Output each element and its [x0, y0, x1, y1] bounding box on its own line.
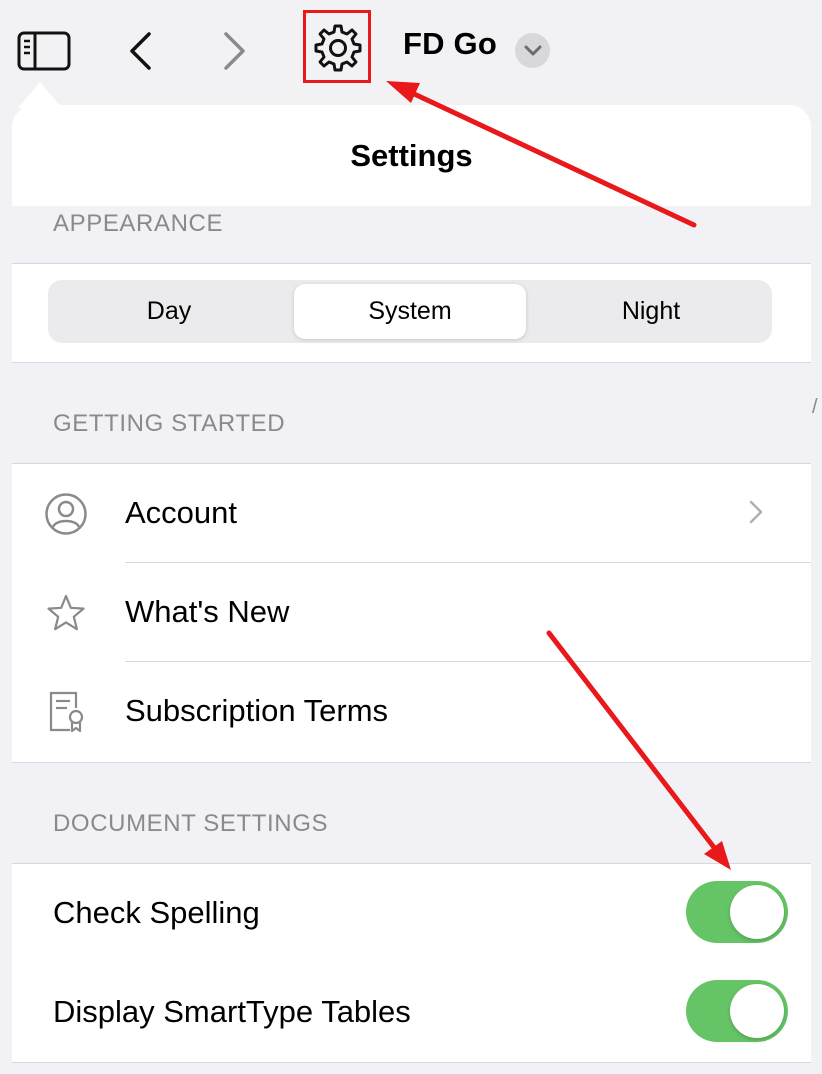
row-check-spelling-label: Check Spelling: [53, 895, 260, 930]
chevron-down-icon[interactable]: [515, 33, 550, 68]
star-icon: [42, 589, 90, 637]
chevron-right-icon[interactable]: [215, 28, 255, 74]
section-header-appearance: APPEARANCE: [53, 210, 224, 237]
segment-system[interactable]: System: [294, 284, 526, 339]
check-spelling-toggle[interactable]: [686, 881, 788, 943]
toolbar: FD Go: [0, 0, 822, 104]
settings-popover: Settings APPEARANCE Day System Night GET…: [12, 105, 811, 1074]
edge-partial-text: /: [812, 396, 818, 418]
row-subscription-terms[interactable]: Subscription Terms: [12, 662, 811, 761]
row-check-spelling: Check Spelling: [12, 864, 811, 963]
page-title: Settings: [350, 138, 473, 173]
row-whats-new[interactable]: What's New: [12, 563, 811, 662]
toggle-knob: [730, 885, 784, 939]
row-subscription-terms-label: Subscription Terms: [125, 693, 389, 728]
segment-day[interactable]: Day: [48, 280, 290, 343]
appearance-segmented-control: Day System Night: [48, 280, 772, 343]
document-settings-group: Check Spelling Display SmartType Tables: [12, 863, 811, 1063]
gear-highlight-box: [303, 10, 371, 83]
row-account-label: Account: [125, 495, 238, 530]
row-display-smarttype-tables: Display SmartType Tables: [12, 963, 811, 1062]
section-header-document-settings: DOCUMENT SETTINGS: [53, 810, 329, 837]
appearance-group: Day System Night: [12, 263, 811, 363]
row-display-smarttype-tables-label: Display SmartType Tables: [53, 994, 411, 1029]
certificate-document-icon: [42, 688, 90, 736]
chevron-right-icon: [748, 499, 764, 530]
sidebar-icon[interactable]: [16, 28, 72, 74]
row-account[interactable]: Account: [12, 464, 811, 563]
getting-started-group: Account What's New Subscription Terms: [12, 463, 811, 763]
display-smarttype-tables-toggle[interactable]: [686, 980, 788, 1042]
section-header-getting-started: GETTING STARTED: [53, 410, 286, 437]
popover-header: Settings: [12, 105, 811, 206]
document-title[interactable]: FD Go: [403, 26, 497, 62]
person-circle-icon: [42, 490, 90, 538]
segment-night[interactable]: Night: [530, 280, 772, 343]
toggle-knob: [730, 984, 784, 1038]
chevron-left-icon[interactable]: [120, 28, 160, 74]
row-whats-new-label: What's New: [125, 594, 290, 629]
